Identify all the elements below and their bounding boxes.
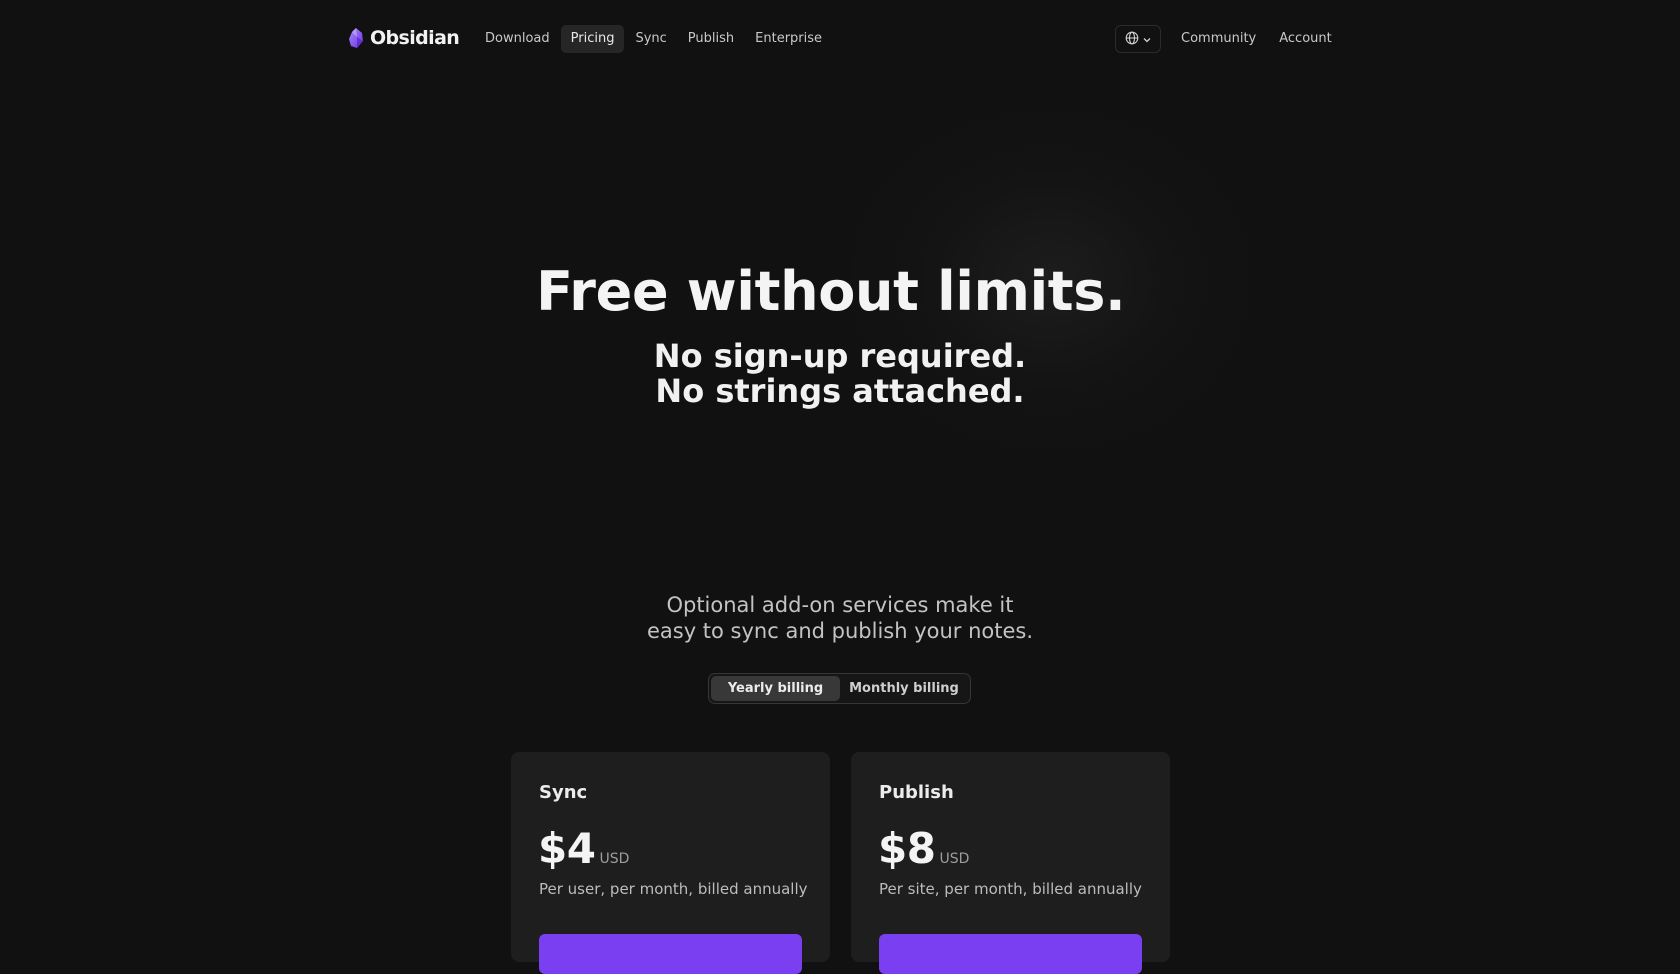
addon-description: Optional add-on services make it easy to… (0, 592, 1680, 644)
hero-subtitle-line1: No sign-up required. (653, 337, 1027, 375)
addon-line1: Optional add-on services make it (666, 593, 1014, 617)
nav-link-pricing[interactable]: Pricing (560, 25, 625, 53)
hero-title-label: Free without limits. (536, 260, 1126, 323)
nav-link-community[interactable]: Community (1171, 25, 1266, 53)
plan-billing-description: Per user, per month, billed annually (539, 880, 808, 898)
hero-title: Free without limits. (0, 258, 1680, 326)
nav-link-account[interactable]: Account (1269, 25, 1342, 53)
publish-cta-button[interactable] (879, 934, 1142, 974)
plan-name: Sync (539, 782, 588, 803)
nav-link-sync[interactable]: Sync (625, 25, 676, 53)
plan-name: Publish (879, 782, 954, 803)
price-currency: USD (939, 851, 970, 867)
obsidian-logo-icon (348, 28, 364, 48)
plan-price: $4 USD (538, 824, 629, 873)
plan-card-sync: Sync $4 USD Per user, per month, billed … (511, 752, 830, 974)
price-amount: $4 (538, 824, 596, 873)
monthly-billing-option[interactable]: Monthly billing (840, 676, 968, 701)
hero-title-text: Free without limits. (536, 258, 1144, 326)
sync-cta-button[interactable] (539, 934, 802, 974)
nav-link-enterprise[interactable]: Enterprise (745, 25, 832, 53)
yearly-billing-option[interactable]: Yearly billing (711, 676, 840, 701)
nav-link-publish[interactable]: Publish (678, 25, 744, 53)
nav-right: Community Account (1115, 25, 1343, 53)
globe-icon (1125, 30, 1139, 49)
billing-toggle: Yearly billing Monthly billing (708, 673, 971, 704)
hero-subtitle: No sign-up required. No strings attached… (0, 339, 1680, 409)
addon-line2: easy to sync and publish your notes. (646, 619, 1034, 643)
top-navigation: Obsidian Download Pricing Sync Publish E… (0, 0, 1680, 76)
price-amount: $8 (878, 824, 936, 873)
plan-price: $8 USD (878, 824, 969, 873)
nav-link-download[interactable]: Download (475, 25, 560, 53)
chevron-down-icon (1142, 30, 1152, 49)
logo-text: Obsidian (370, 27, 460, 49)
plan-card-publish: Publish $8 USD Per site, per month, bill… (851, 752, 1170, 974)
hero-subtitle-line2: No strings attached. (655, 372, 1025, 410)
price-currency: USD (599, 851, 630, 867)
main-nav-links: Download Pricing Sync Publish Enterprise (475, 25, 833, 53)
language-selector-button[interactable] (1115, 25, 1161, 53)
logo-link[interactable]: Obsidian (348, 26, 460, 50)
plan-billing-description: Per site, per month, billed annually (879, 880, 1142, 898)
